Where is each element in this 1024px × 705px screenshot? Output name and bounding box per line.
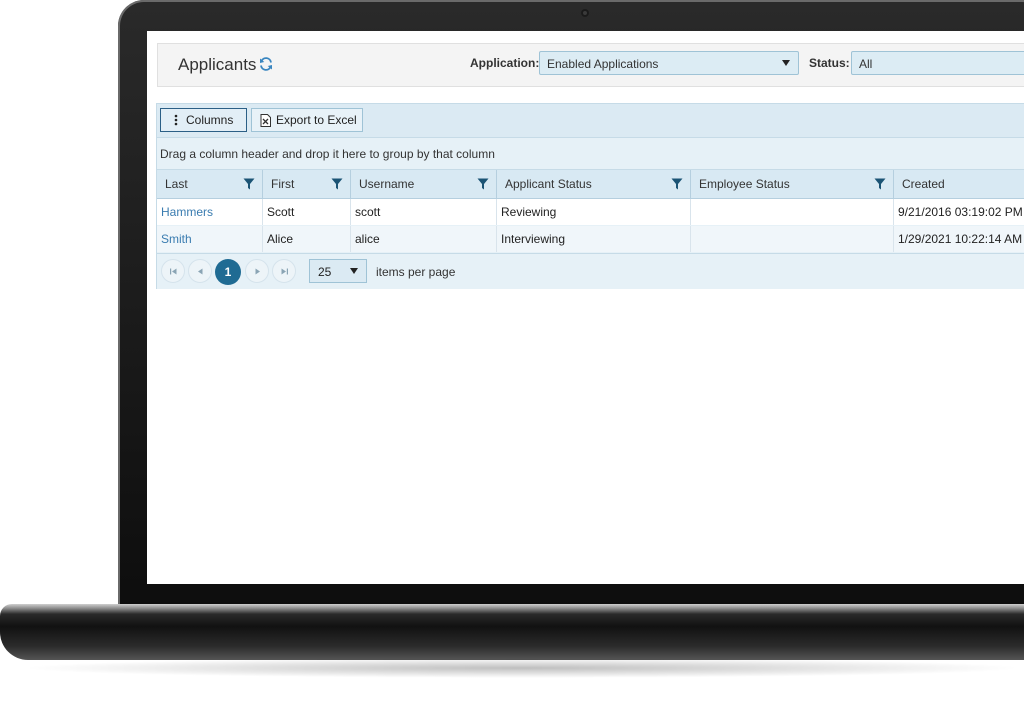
cell-username: alice <box>351 226 497 252</box>
laptop-base <box>0 604 1024 660</box>
application-select[interactable]: Enabled Applications <box>539 51 799 75</box>
refresh-icon[interactable] <box>258 56 274 72</box>
previous-page-icon <box>198 268 203 275</box>
column-header-username[interactable]: Username <box>351 170 497 198</box>
cell-applicant-status: Reviewing <box>497 199 691 225</box>
cell-employee-status <box>691 226 894 252</box>
cell-first: Scott <box>263 199 351 225</box>
status-select[interactable]: All <box>851 51 1024 75</box>
chevron-down-icon <box>350 268 358 274</box>
cell-last-link[interactable]: Smith <box>157 226 263 252</box>
webcam <box>581 9 589 17</box>
cell-username: scott <box>351 199 497 225</box>
group-drop-area[interactable]: Drag a column header and drop it here to… <box>157 138 1024 170</box>
last-page-icon <box>281 268 288 275</box>
page-title: Applicants <box>178 55 257 74</box>
column-header-label: First <box>271 177 295 191</box>
first-page-icon <box>170 268 177 275</box>
column-header-applicant-status[interactable]: Applicant Status <box>497 170 691 198</box>
cell-first: Alice <box>263 226 351 252</box>
grid-toolbar: Columns Export to Excel <box>157 104 1024 138</box>
last-page-button[interactable] <box>272 259 296 283</box>
filter-icon[interactable] <box>477 178 489 190</box>
cell-employee-status <box>691 199 894 225</box>
cell-applicant-status: Interviewing <box>497 226 691 252</box>
application-label: Application: <box>470 56 540 70</box>
export-excel-button[interactable]: Export to Excel <box>251 108 363 132</box>
application-select-value: Enabled Applications <box>547 57 659 71</box>
grid-header-row: Last First Username Applicant Status Emp… <box>157 170 1024 199</box>
cell-created: 9/21/2016 03:19:02 PM <box>898 205 1023 219</box>
column-header-first[interactable]: First <box>263 170 351 198</box>
items-per-page-label: items per page <box>376 265 456 279</box>
table-row[interactable]: Hammers Scott scott Reviewing 9/21/2016 … <box>157 199 1024 225</box>
cell-created: 1/29/2021 10:22:14 AM <box>898 232 1023 246</box>
grid-pager: 1 25 items per page <box>157 253 1024 289</box>
page-size-value: 25 <box>318 265 332 279</box>
more-vertical-icon <box>174 114 178 126</box>
cell-last-link[interactable]: Hammers <box>157 199 263 225</box>
page-header: Applicants Application: Enabled Applicat… <box>157 43 1024 87</box>
columns-button-label: Columns <box>186 113 234 127</box>
status-select-value: All <box>859 57 873 71</box>
column-header-label: Employee Status <box>699 177 790 191</box>
applicants-grid: Columns Export to Excel Drag a column he… <box>156 103 1024 289</box>
current-page-button[interactable]: 1 <box>215 259 241 285</box>
column-header-label: Last <box>165 177 188 191</box>
chevron-down-icon <box>782 60 790 66</box>
laptop-shadow <box>20 658 1024 678</box>
filter-icon[interactable] <box>671 178 683 190</box>
first-page-button[interactable] <box>161 259 185 283</box>
group-hint: Drag a column header and drop it here to… <box>160 147 495 161</box>
filter-icon[interactable] <box>243 178 255 190</box>
export-excel-label: Export to Excel <box>276 113 357 127</box>
status-label: Status: <box>809 56 850 70</box>
page-size-select[interactable]: 25 <box>309 259 367 283</box>
column-header-employee-status[interactable]: Employee Status <box>691 170 894 198</box>
laptop-screen: Applicants Application: Enabled Applicat… <box>147 31 1024 584</box>
next-page-icon <box>255 268 260 275</box>
filter-icon[interactable] <box>331 178 343 190</box>
filter-icon[interactable] <box>874 178 886 190</box>
column-header-label: Created <box>902 177 945 191</box>
next-page-button[interactable] <box>245 259 269 283</box>
excel-file-icon <box>260 114 271 127</box>
column-header-label: Username <box>359 177 415 191</box>
column-header-label: Applicant Status <box>505 177 592 191</box>
column-header-last[interactable]: Last <box>157 170 263 198</box>
column-header-created[interactable]: Created <box>894 170 1024 198</box>
columns-button[interactable]: Columns <box>160 108 247 132</box>
table-row[interactable]: Smith Alice alice Interviewing 1/29/2021… <box>157 226 1024 252</box>
previous-page-button[interactable] <box>188 259 212 283</box>
